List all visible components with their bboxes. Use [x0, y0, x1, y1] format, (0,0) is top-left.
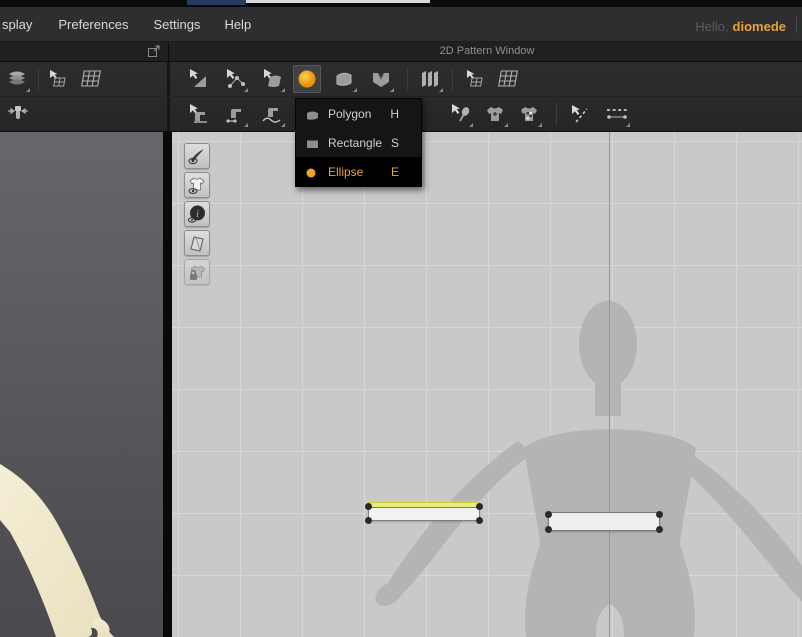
avatar-silhouette-2d: [375, 301, 802, 637]
dart-icon[interactable]: [367, 65, 395, 93]
pane-separator: [168, 42, 169, 62]
menu-item-display[interactable]: splay: [0, 17, 34, 32]
needle-visibility-toggle[interactable]: [184, 143, 210, 169]
avatar-arm-3d: [0, 464, 114, 637]
pattern-point[interactable]: [656, 526, 663, 533]
pattern-point[interactable]: [545, 526, 552, 533]
polygon-tool-icon[interactable]: [330, 65, 358, 93]
pattern-piece-body[interactable]: [368, 507, 480, 521]
pattern-center-line: [609, 132, 610, 637]
pattern-piece-selected[interactable]: [365, 502, 483, 524]
pleats-icon[interactable]: [416, 65, 444, 93]
garment-visibility-toggle[interactable]: [184, 172, 210, 198]
seamline-icon[interactable]: [603, 100, 631, 128]
pattern-point[interactable]: [476, 517, 483, 524]
top-accent-white: [246, 0, 430, 3]
fabric-visibility-toggle[interactable]: [184, 230, 210, 256]
info-visibility-toggle[interactable]: i: [184, 201, 210, 227]
menu-item-preferences[interactable]: Preferences: [56, 17, 130, 32]
free-sewing-icon[interactable]: [258, 100, 286, 128]
pattern-lock-toggle[interactable]: [184, 259, 210, 285]
pattern-point[interactable]: [476, 503, 483, 510]
segment-sewing-icon[interactable]: [221, 100, 249, 128]
pattern-point[interactable]: [365, 503, 372, 510]
user-greeting: Hello, diomede: [695, 19, 786, 34]
pattern-point[interactable]: [365, 517, 372, 524]
toolbar-row-1: [0, 62, 802, 97]
menu-item-settings[interactable]: Settings: [151, 17, 202, 32]
top-accent-blue: [187, 0, 246, 5]
username[interactable]: diomede: [733, 19, 786, 34]
menu-item-help[interactable]: Help: [222, 17, 253, 32]
edit-sewing-icon[interactable]: [184, 100, 212, 128]
transform-pattern-icon[interactable]: [184, 65, 212, 93]
svg-text:i: i: [196, 208, 199, 220]
pattern-point[interactable]: [656, 511, 663, 518]
tack-icon[interactable]: [446, 100, 474, 128]
seam-arrow-icon[interactable]: [565, 100, 593, 128]
select-grid-icon[interactable]: [44, 65, 72, 93]
edit-curvature-icon[interactable]: [258, 65, 286, 93]
2d-pattern-viewport[interactable]: i: [172, 132, 802, 637]
3d-viewport[interactable]: [0, 132, 163, 637]
menu-item-ellipse[interactable]: Ellipse E: [296, 157, 421, 186]
top-edge-strip: [0, 0, 802, 7]
polygon-icon: [305, 108, 320, 120]
select-grid-icon-2[interactable]: [461, 65, 489, 93]
display-toggle-column: i: [184, 143, 210, 288]
menu-end-separator: [796, 17, 797, 33]
pin-icon[interactable]: [4, 100, 32, 128]
greeting-text: Hello,: [695, 19, 729, 34]
shape-tool-dropdown: Polygon H Rectangle S Ellipse E: [295, 98, 422, 187]
menu-item-polygon[interactable]: Polygon H: [296, 99, 421, 128]
ellipse-tool-icon[interactable]: [293, 65, 321, 93]
menu-item-rectangle[interactable]: Rectangle S: [296, 128, 421, 157]
pattern-point[interactable]: [545, 511, 552, 518]
popout-icon[interactable]: [147, 45, 161, 58]
pattern-piece[interactable]: [545, 511, 663, 533]
grid-icon[interactable]: [77, 65, 105, 93]
layers-icon[interactable]: [3, 65, 31, 93]
shirt-check-icon[interactable]: [515, 100, 543, 128]
2d-pattern-window-title: 2D Pattern Window: [439, 45, 535, 57]
viewport-divider[interactable]: [163, 132, 172, 637]
grid-icon-2[interactable]: [494, 65, 522, 93]
ellipse-icon: [305, 166, 320, 178]
window-title-bar: 2D Pattern Window: [0, 42, 802, 62]
shirt-cross-icon[interactable]: [481, 100, 509, 128]
menu-bar: splay Preferences Settings Help Hello, di…: [0, 7, 802, 42]
rectangle-icon: [305, 137, 320, 149]
edit-pattern-icon[interactable]: [221, 65, 249, 93]
